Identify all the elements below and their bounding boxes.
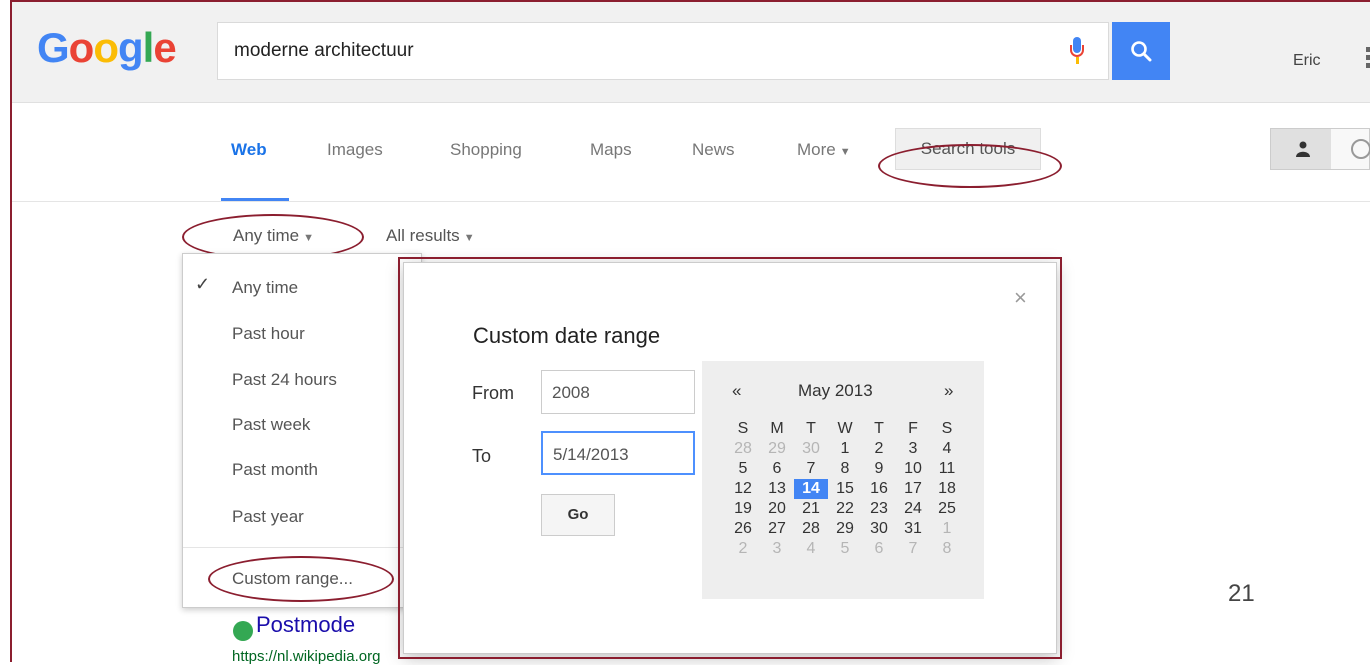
tab-shopping[interactable]: Shopping [450, 140, 522, 160]
chevron-down-icon: ▼ [463, 232, 475, 244]
logo-letter: o [93, 24, 119, 71]
logo-letter: e [153, 24, 176, 71]
logo-letter: o [68, 24, 95, 71]
logo-letter: G [37, 24, 70, 71]
logo-letter: g [117, 24, 144, 71]
result-title-link[interactable]: Postmode [256, 612, 355, 638]
tab-news[interactable]: News [692, 140, 735, 160]
annotation-ellipse-search-tools [878, 144, 1062, 188]
time-menu: ✓ Any time Past hour Past 24 hours Past … [182, 253, 422, 608]
verified-check-icon [233, 621, 253, 641]
tab-more[interactable]: More ▼ [797, 140, 851, 160]
check-icon: ✓ [195, 274, 211, 294]
view-toggle[interactable] [1270, 128, 1370, 170]
tabs-divider [12, 201, 1370, 202]
time-menu-item[interactable]: Past year [232, 507, 304, 527]
microphone-icon[interactable] [1070, 37, 1084, 67]
time-menu-item[interactable]: Past month [232, 460, 318, 480]
results-filter-button[interactable]: All results ▼ [386, 226, 475, 246]
search-input[interactable]: moderne architectuur [234, 40, 414, 62]
annotation-frame-dialog [398, 257, 1062, 659]
time-menu-item[interactable]: Past week [232, 415, 310, 435]
search-header: Google moderne architectuur Eric [12, 2, 1370, 103]
apps-menu-icon[interactable] [1366, 47, 1370, 71]
logo-letter: l [142, 24, 155, 71]
user-name[interactable]: Eric [1293, 52, 1321, 70]
menu-divider [183, 547, 421, 548]
time-menu-item[interactable]: Past 24 hours [232, 370, 337, 390]
search-button[interactable] [1112, 22, 1170, 80]
google-logo[interactable]: Google [37, 24, 177, 72]
results-filter-label: All results [386, 226, 460, 245]
search-icon [1131, 41, 1152, 62]
tab-maps[interactable]: Maps [590, 140, 632, 160]
person-icon [1296, 141, 1310, 157]
tab-images[interactable]: Images [327, 140, 383, 160]
slide-number: 21 [1228, 580, 1255, 607]
globe-icon [1351, 139, 1370, 159]
time-menu-item[interactable]: Any time [232, 278, 298, 298]
annotation-ellipse-custom-range [208, 556, 394, 602]
tab-web[interactable]: Web [231, 140, 267, 160]
time-menu-item[interactable]: Past hour [232, 324, 305, 344]
chevron-down-icon: ▼ [839, 146, 851, 158]
result-url: https://nl.wikipedia.org [232, 648, 381, 665]
search-box[interactable]: moderne architectuur [217, 22, 1109, 80]
tab-more-label: More [797, 140, 836, 159]
